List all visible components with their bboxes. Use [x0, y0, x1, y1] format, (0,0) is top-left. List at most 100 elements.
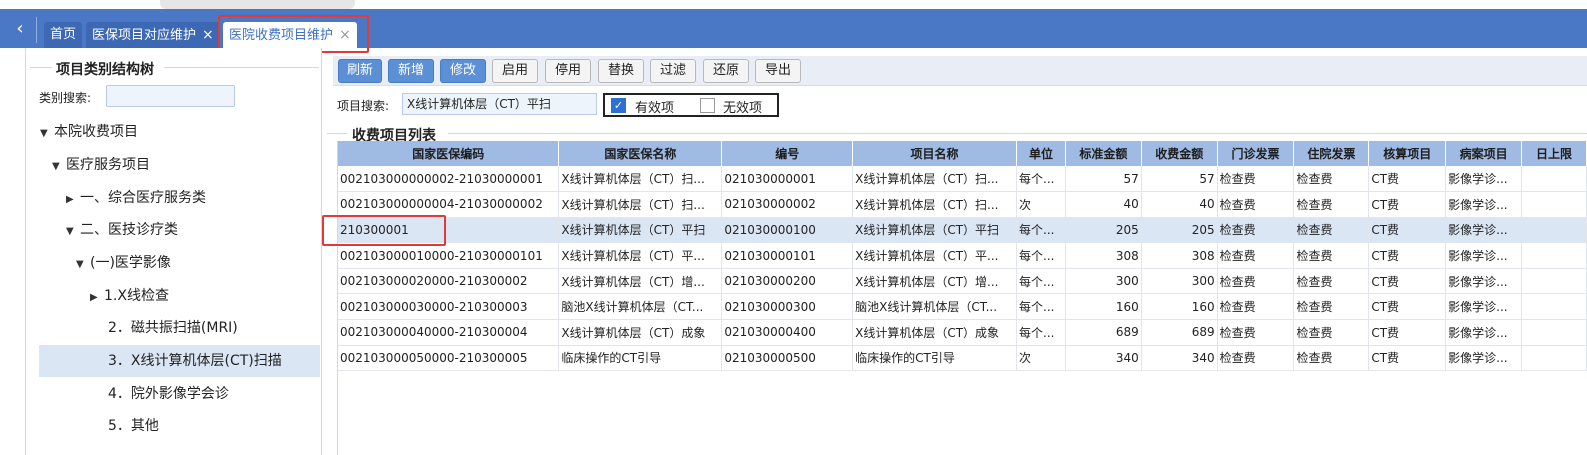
item-search-input[interactable]: X线计算机体层（CT）平扫 [402, 93, 597, 115]
column-header[interactable]: 单位 [1016, 141, 1066, 166]
filter-button[interactable]: 过滤 [650, 59, 696, 83]
close-icon[interactable]: × [339, 27, 351, 43]
column-header[interactable]: 收费金额 [1141, 141, 1218, 166]
column-header[interactable]: 编号 [721, 141, 854, 166]
table-cell: CT费 [1368, 191, 1447, 218]
column-header[interactable]: 国家医保编码 [338, 141, 560, 166]
table-cell: 检查费 [1217, 268, 1295, 295]
caret-down-icon[interactable]: ▼ [52, 151, 66, 183]
refresh-button[interactable]: 刷新 [338, 59, 382, 83]
category-search-input[interactable] [106, 85, 235, 107]
table-cell: 每个... [1016, 293, 1066, 321]
table-row[interactable]: 002103000020000-210300002 X线计算机体层（CT）增...… [338, 268, 1587, 295]
table-cell: 205 [1141, 217, 1218, 244]
table-row[interactable]: 210300001 X线计算机体层（CT）平扫 021030000100 X线计算机体… [338, 217, 1587, 244]
column-header[interactable]: 标准金额 [1065, 141, 1142, 166]
column-header[interactable]: 项目名称 [852, 141, 1018, 166]
caret-right-icon[interactable]: ▶ [66, 184, 80, 216]
table-row[interactable]: 002103000050000-210300005 临床操作的CT引导 021030… [338, 345, 1587, 372]
table-cell: 002103000010000-21030000101 [338, 242, 560, 269]
table-cell: 检查费 [1293, 242, 1370, 269]
tree-node[interactable]: 2．磁共振扫描(MRI) [108, 312, 320, 344]
chevron-left-icon[interactable]: ‹ [6, 9, 34, 48]
tree-node[interactable]: ▼ 本院收费项目 [40, 116, 320, 148]
table-cell: CT费 [1368, 242, 1447, 269]
valid-checkbox[interactable]: ✓ [611, 98, 626, 113]
close-icon[interactable]: × [202, 27, 214, 43]
table-cell: 次 [1016, 191, 1066, 218]
tree-node-label: 3．X线计算机体层(CT)扫描 [108, 353, 282, 369]
table-cell: 340 [1065, 345, 1142, 372]
table-cell: CT费 [1368, 217, 1447, 244]
tab-label: 医保项目对应维护 [92, 28, 197, 43]
table-cell: 205 [1065, 217, 1142, 244]
table-cell [1521, 166, 1587, 193]
tree-node[interactable]: ▶ 一、综合医疗服务类 [66, 182, 320, 214]
column-header[interactable]: 病案项目 [1445, 141, 1523, 166]
tree-node-selected[interactable]: 3．X线计算机体层(CT)扫描 [39, 345, 320, 377]
table-cell: 308 [1065, 242, 1142, 269]
table-cell: 每个... [1016, 268, 1066, 295]
caret-down-icon[interactable]: ▼ [66, 216, 80, 248]
table-cell: CT费 [1368, 319, 1447, 346]
disable-button[interactable]: 停用 [545, 59, 591, 83]
tree-node[interactable]: ▼ 二、医技诊疗类 [66, 214, 320, 246]
table-cell [1521, 191, 1587, 218]
tree-node[interactable]: 4．院外影像学会诊 [108, 378, 320, 410]
table-cell: 689 [1141, 319, 1218, 346]
column-header[interactable]: 核算项目 [1368, 141, 1447, 166]
invalid-checkbox[interactable] [700, 98, 715, 113]
tab-home[interactable]: 首页 [44, 22, 83, 48]
tree-node[interactable]: ▼ 医疗服务项目 [52, 149, 320, 181]
tree-node-label: 2．磁共振扫描(MRI) [108, 320, 238, 336]
restore-button[interactable]: 还原 [703, 59, 749, 83]
table-cell [1521, 268, 1587, 295]
table-cell: 021030000200 [721, 268, 854, 295]
tree-node-label: 1.X线检查 [104, 288, 169, 304]
tab-divider [36, 17, 37, 43]
column-header[interactable]: 国家医保名称 [558, 141, 723, 166]
table-cell: X线计算机体层（CT）平... [558, 242, 723, 269]
table-cell: 021030000001 [721, 166, 854, 193]
column-header[interactable]: 日上限 [1521, 141, 1587, 166]
table-cell: 影像学诊... [1445, 242, 1523, 269]
edit-button[interactable]: 修改 [440, 59, 486, 83]
tree-node[interactable]: 5．其他 [108, 410, 320, 442]
caret-right-icon[interactable]: ▶ [90, 282, 104, 314]
tab-hospital-charge-items[interactable]: 医院收费项目维护 × [223, 22, 357, 48]
tree-node-label: 医疗服务项目 [66, 157, 150, 173]
export-button[interactable]: 导出 [755, 59, 801, 83]
table-row[interactable]: 002103000000004-21030000002 X线计算机体层（CT）扫.… [338, 191, 1587, 218]
table-row[interactable]: 002103000010000-21030000101 X线计算机体层（CT）平.… [338, 242, 1587, 269]
column-header[interactable]: 住院发票 [1293, 141, 1370, 166]
table-cell: 检查费 [1217, 166, 1295, 193]
table-row[interactable]: 002103000030000-210300003 脑池X线计算机体层（CT...… [338, 293, 1587, 321]
caret-down-icon[interactable]: ▼ [40, 118, 54, 150]
table-cell: 每个... [1016, 217, 1066, 244]
table-cell: X线计算机体层（CT）增... [852, 268, 1018, 295]
table-row[interactable]: 002103000000002-21030000001 X线计算机体层（CT）扫.… [338, 166, 1587, 193]
tree-node-label: (一)医学影像 [90, 255, 171, 271]
caret-down-icon[interactable]: ▼ [76, 249, 90, 281]
tree-node[interactable]: ▼ (一)医学影像 [76, 247, 320, 279]
replace-button[interactable]: 替换 [598, 59, 644, 83]
table-cell: 临床操作的CT引导 [852, 345, 1018, 372]
add-button[interactable]: 新增 [388, 59, 434, 83]
enable-button[interactable]: 启用 [492, 59, 538, 83]
tree-node-label: 一、综合医疗服务类 [80, 190, 206, 206]
tab-insurance-mapping[interactable]: 医保项目对应维护 × [86, 22, 220, 48]
validity-filter: ✓ 有效项 无效项 [603, 93, 779, 117]
table-cell: 检查费 [1293, 217, 1370, 244]
tab-label: 首页 [50, 27, 77, 42]
table-row[interactable]: 002103000040000-210300004 X线计算机体层（CT）成象 02… [338, 319, 1587, 346]
table-cell: 检查费 [1293, 191, 1370, 218]
table-cell: CT费 [1368, 293, 1447, 321]
invalid-label: 无效项 [723, 101, 763, 116]
table-cell: 每个... [1016, 242, 1066, 269]
top-strip [0, 0, 1587, 9]
tree-node[interactable]: ▶ 1.X线检查 [90, 280, 320, 312]
table-cell [1521, 293, 1587, 321]
table-cell: 检查费 [1217, 319, 1295, 346]
column-header[interactable]: 门诊发票 [1217, 141, 1295, 166]
tree-node-label: 二、医技诊疗类 [80, 222, 178, 238]
